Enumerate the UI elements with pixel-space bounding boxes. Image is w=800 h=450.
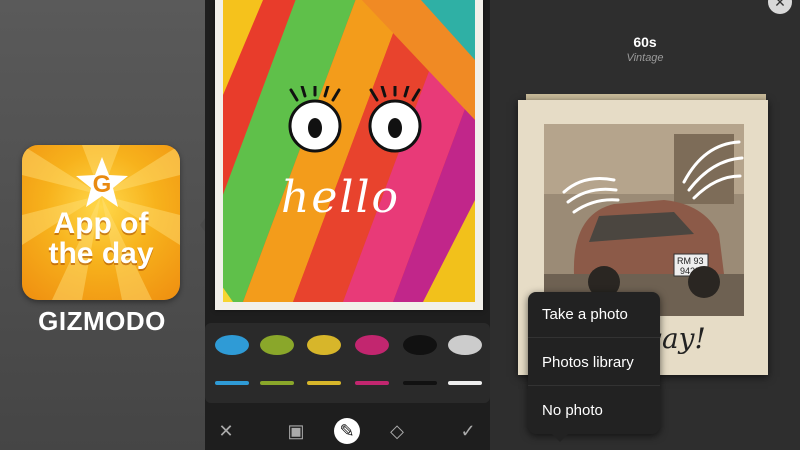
eraser-icon[interactable]: ◇ [384, 418, 410, 444]
stroke-width-6[interactable] [448, 381, 482, 385]
color-swatch-magenta[interactable] [355, 335, 389, 355]
hello-handwriting: hello [281, 172, 401, 223]
stroke-width-4[interactable] [355, 381, 389, 385]
photo-screen: ✕ 60s Vintage RM 93 9429 way! Take a pho… [490, 0, 800, 450]
car-photo[interactable]: RM 93 9429 [544, 124, 744, 316]
gizmodo-logo-text: GIZMODO [38, 306, 166, 336]
drawing-toolbar: ✕ ▣ ✎ ◇ ✓ [205, 410, 490, 450]
photo-source-menu: Take a photo Photos library No photo [528, 292, 660, 434]
color-swatch-green[interactable] [260, 335, 294, 355]
image-icon[interactable]: ▣ [283, 418, 309, 444]
svg-text:RM 93: RM 93 [677, 256, 704, 266]
cartoon-eyes [288, 86, 422, 153]
color-swatch-black[interactable] [403, 335, 437, 355]
color-swatch-white[interactable] [448, 335, 482, 355]
stroke-width-3[interactable] [307, 381, 341, 385]
menu-item-photos-library[interactable]: Photos library [528, 340, 660, 386]
app-of-the-day-badge: G App of the day [22, 145, 180, 300]
badge-title: App of the day [48, 207, 154, 270]
close-icon[interactable]: ✕ [768, 0, 792, 14]
color-swatch-yellow[interactable] [307, 335, 341, 355]
menu-item-no-photo[interactable]: No photo [528, 388, 660, 434]
menu-item-take-photo[interactable]: Take a photo [528, 292, 660, 338]
stroke-width-2[interactable] [260, 381, 294, 385]
close-icon[interactable]: ✕ [213, 418, 239, 444]
menu-caret [552, 434, 568, 442]
stroke-width-5[interactable] [403, 381, 437, 385]
badge-letter: G [92, 171, 112, 198]
drawing-screen: hello ✕ ▣ ✎ ◇ ✓ [205, 0, 490, 450]
filter-name: 60s [633, 34, 657, 50]
brush-icon[interactable]: ✎ [334, 418, 360, 444]
canvas-frame: hello [215, 0, 483, 310]
filter-subtitle: Vintage [626, 52, 664, 64]
color-swatch-blue[interactable] [215, 335, 249, 355]
stroke-width-1[interactable] [215, 381, 249, 385]
vintage-car-image: RM 93 9429 [544, 124, 744, 316]
drawing-canvas[interactable]: hello [223, 0, 475, 302]
color-palette [205, 323, 490, 403]
checkmark-icon[interactable]: ✓ [455, 418, 481, 444]
